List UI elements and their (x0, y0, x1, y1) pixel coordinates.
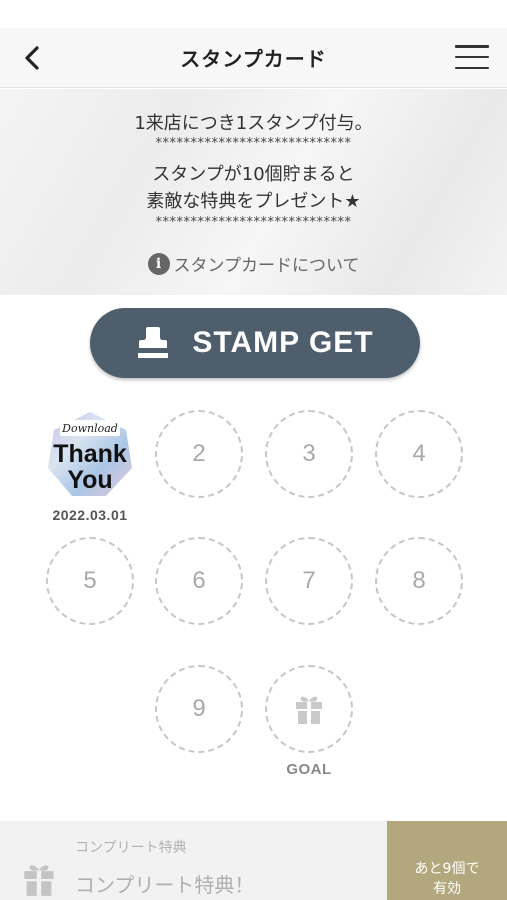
status-bar (0, 0, 507, 28)
complete-reward-title: コンプリート特典！ (75, 873, 255, 897)
remaining-stamps-badge: あと9個で 有効 (387, 821, 507, 900)
stamp-slot-7: 7 (265, 537, 353, 625)
chevron-left-icon (25, 46, 39, 70)
info-divider-bottom: **************************** (155, 215, 352, 230)
stamp-top-text: Download (61, 422, 118, 435)
stamp-get-label: STAMP GET (192, 326, 374, 359)
info-icon: i (147, 252, 170, 275)
gift-icon (296, 696, 322, 724)
stamp-slot-2: 2 (155, 410, 243, 498)
stamp-text-you: You (67, 466, 112, 494)
stamp-slot-1: Download Thank You (46, 410, 134, 498)
complete-reward-bar[interactable]: コンプリート特典 コンプリート特典！ あと9個で 有効 (0, 821, 507, 900)
stamp-get-button[interactable]: STAMP GET (90, 308, 420, 378)
about-stamp-card-label: スタンプカードについて (173, 256, 360, 276)
page-title: スタンプカード (180, 47, 327, 71)
hamburger-menu-icon[interactable] (455, 42, 489, 72)
stamp-text-thank: Thank (53, 440, 127, 468)
stamp-date: 2022.03.01 (52, 507, 128, 523)
stamp-slot-9: 9 (155, 665, 243, 753)
about-stamp-card-link[interactable]: i スタンプカードについて (0, 251, 507, 276)
goal-label: GOAL (286, 761, 332, 778)
stamp-slot-3: 3 (265, 410, 353, 498)
stamp-slot-8: 8 (375, 537, 463, 625)
stamp-slot-6: 6 (155, 537, 243, 625)
stamp-slot-goal (265, 665, 353, 753)
back-button[interactable] (14, 40, 50, 76)
gift-icon (24, 865, 54, 896)
app-header: スタンプカード (0, 28, 507, 88)
stamp-slot-5: 5 (46, 537, 134, 625)
stamp-card-info-panel: 1来店につき1スタンプ付与。 *************************… (0, 89, 507, 295)
stamp-icon (138, 327, 169, 358)
info-line-2b: 素敵な特典をプレゼント★ (146, 191, 361, 212)
info-divider-top: **************************** (155, 136, 352, 151)
info-line-2a: スタンプが10個貯まると (152, 164, 355, 185)
complete-reward-caption: コンプリート特典 (75, 840, 187, 856)
info-line-2: スタンプが10個貯まると 素敵な特典をプレゼント★ (0, 161, 507, 215)
badge-line-2: 有効 (433, 881, 461, 897)
thank-you-stamp-image: Download Thank You (48, 412, 132, 496)
badge-line-1: あと9個で (414, 861, 480, 877)
info-line-1: 1来店につき1スタンプ付与。 (134, 113, 373, 134)
stamp-slot-4: 4 (375, 410, 463, 498)
